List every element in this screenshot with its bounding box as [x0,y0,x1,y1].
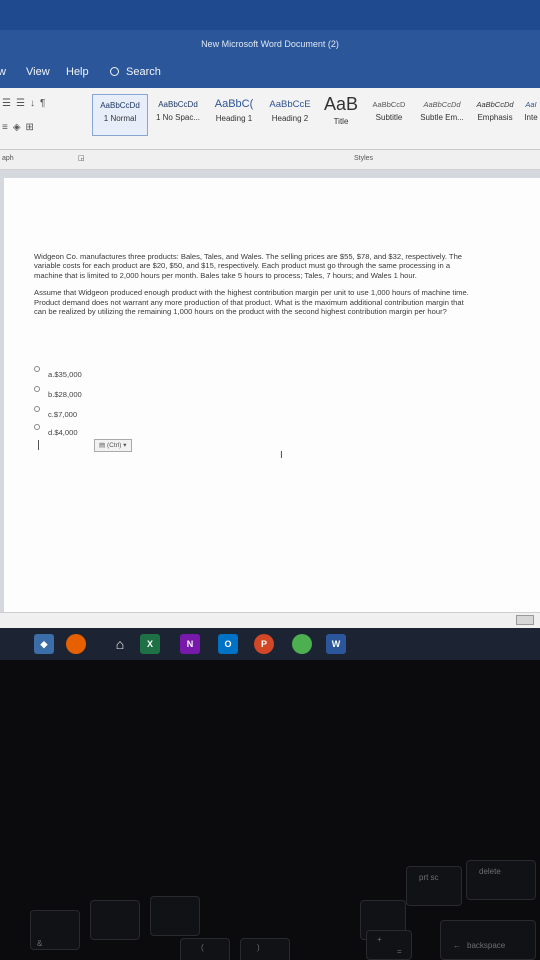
document-page[interactable]: Widgeon Co. manufactures three products:… [4,178,540,618]
radio-icon[interactable] [34,386,40,392]
chevron-down-icon: ▾ [123,442,127,449]
decrease-indent-icon[interactable]: ☰ [2,98,11,109]
borders-icon[interactable]: ⊞ [26,122,34,133]
question-paragraph-2: Assume that Widgeon produced enough prod… [34,288,469,317]
radio-icon[interactable] [34,406,40,412]
pilcrow-icon[interactable]: ¶ [40,98,45,109]
document-area: Widgeon Co. manufactures three products:… [0,170,540,618]
key-f9[interactable] [90,900,140,940]
backspace-arrow-icon: ← [453,941,461,950]
clipboard-icon: ▤ [99,442,106,449]
answer-option-a[interactable]: a.$35,000 [34,364,82,379]
ribbon: ☰ ☰ ↓ ¶ ≡ ◈ ⊞ AaBbCcDd 1 Normal AaBbCcDd… [0,88,540,150]
style-title[interactable]: AaB Title [318,94,364,136]
increase-indent-icon[interactable]: ☰ [16,98,25,109]
taskbar: ◆ ⌂ X N O P W [0,628,540,660]
text-cursor [38,440,39,450]
title-bar: New Microsoft Word Document (2) [0,30,540,58]
paragraph-group-label: aph [2,155,14,162]
excel-icon[interactable]: X [140,634,160,654]
title-bar-top [0,0,540,30]
menu-item-view[interactable]: View [26,66,50,78]
key-open-paren[interactable]: ( [180,938,230,960]
answer-option-b[interactable]: b.$28,000 [34,384,82,399]
style-no-spacing[interactable]: AaBbCcDd 1 No Spac... [150,94,206,136]
style-subtle-emphasis[interactable]: AaBbCcDd Subtle Em... [416,94,468,136]
shading-icon[interactable]: ◈ [13,122,21,133]
word-icon[interactable]: W [326,634,346,654]
app-icon[interactable]: ◆ [34,634,54,654]
paste-options-button[interactable]: ▤ (Ctrl) ▾ [94,439,132,452]
window-title: New Microsoft Word Document (2) [201,39,339,49]
ibeam-cursor-icon: I [280,450,283,461]
key-7[interactable]: & [30,910,80,950]
view-mode-icon[interactable] [516,615,534,625]
key-close-paren[interactable]: ) [240,938,290,960]
question-text: Widgeon Co. manufactures three products:… [34,252,474,324]
key-backspace[interactable]: ← backspace [440,920,536,960]
firefox-icon[interactable] [66,634,86,654]
line-spacing-icon[interactable]: ≡ [2,122,8,133]
key-f10[interactable] [150,896,200,936]
menu-item-view-partial[interactable]: w [0,66,6,78]
answer-option-c[interactable]: c.$7,000 [34,404,77,419]
home-icon[interactable]: ⌂ [110,634,130,654]
style-heading-1[interactable]: AaBbC( Heading 1 [208,94,260,136]
sort-icon[interactable]: ↓ [30,98,35,109]
chrome-icon[interactable] [292,634,312,654]
paragraph-tools: ☰ ☰ ↓ ¶ ≡ ◈ ⊞ [0,94,88,144]
search-icon[interactable] [110,67,119,76]
question-paragraph-1: Widgeon Co. manufactures three products:… [34,252,463,280]
radio-icon[interactable] [34,366,40,372]
style-emphasis[interactable]: AaBbCcDd Emphasis [470,94,520,136]
style-gallery: AaBbCcDd 1 Normal AaBbCcDd 1 No Spac... … [92,94,540,138]
style-intense-partial[interactable]: AaI Inte [522,94,540,136]
style-subtitle[interactable]: AaBbCcD Subtitle [366,94,412,136]
key-delete[interactable]: delete [466,860,536,900]
ribbon-group-labels: aph ◲ Styles [0,150,540,170]
key-print-screen[interactable]: prt sc [406,866,462,906]
status-bar [0,612,540,628]
key-equals[interactable]: + = [366,930,412,960]
answer-option-d[interactable]: d.$4,000 [34,422,78,437]
outlook-icon[interactable]: O [218,634,238,654]
radio-icon[interactable] [34,424,40,430]
menu-item-help[interactable]: Help [66,66,89,78]
dialog-launcher-icon[interactable]: ◲ [78,154,85,162]
style-normal[interactable]: AaBbCcDd 1 Normal [92,94,148,136]
menu-bar: w View Help Search [0,58,540,88]
keyboard: & ( ) + = prt sc delete ← backspace [0,860,540,960]
styles-group-label: Styles [354,155,374,162]
onenote-icon[interactable]: N [180,634,200,654]
laptop-screen: New Microsoft Word Document (2) w View H… [0,0,540,660]
style-heading-2[interactable]: AaBbCcE Heading 2 [262,94,318,136]
powerpoint-icon[interactable]: P [254,634,274,654]
search-label[interactable]: Search [126,66,161,78]
